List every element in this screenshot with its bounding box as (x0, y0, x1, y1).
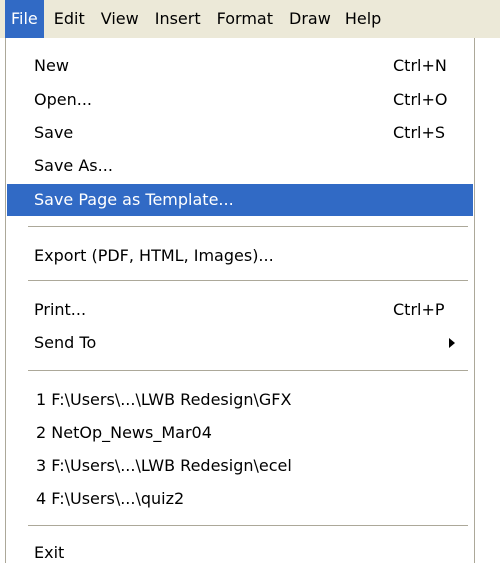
menu-item-recent-1[interactable]: 1 F:\Users\...\LWB Redesign\GFX (7, 384, 473, 416)
menu-item-export[interactable]: Export (PDF, HTML, Images)... (7, 240, 473, 272)
menu-item-label: New (34, 56, 69, 75)
menu-edit[interactable]: Edit (44, 0, 93, 38)
menu-view[interactable]: View (93, 0, 147, 38)
menu-item-label: 1 F:\Users\...\LWB Redesign\GFX (36, 390, 292, 409)
menu-item-new[interactable]: New Ctrl+N (7, 50, 473, 82)
menu-item-label: Open... (34, 90, 92, 109)
menu-item-label: Save (34, 123, 74, 142)
submenu-arrow-icon (449, 338, 455, 348)
menu-item-label: Exit (34, 543, 65, 562)
menu-draw[interactable]: Draw (281, 0, 339, 38)
file-menu-dropdown: New Ctrl+N Open... Ctrl+O Save Ctrl+S Sa… (5, 38, 475, 563)
shortcut-label: Ctrl+P (393, 300, 445, 319)
menu-item-label: 2 NetOp_News_Mar04 (36, 423, 212, 442)
menu-item-recent-3[interactable]: 3 F:\Users\...\LWB Redesign\ecel (7, 450, 473, 482)
menu-item-label: 3 F:\Users\...\LWB Redesign\ecel (36, 456, 292, 475)
menu-item-save[interactable]: Save Ctrl+S (7, 117, 473, 149)
menu-item-save-page-as-template[interactable]: Save Page as Template... (7, 184, 473, 216)
menu-format[interactable]: Format (209, 0, 281, 38)
menu-item-send-to[interactable]: Send To (7, 327, 473, 359)
menu-separator (28, 280, 468, 282)
menu-item-label: Save Page as Template... (34, 190, 234, 209)
shortcut-label: Ctrl+N (393, 56, 447, 75)
menu-item-label: 4 F:\Users\...\quiz2 (36, 489, 185, 508)
menu-item-label: Save As... (34, 156, 113, 175)
menu-bar: File Edit View Insert Format Draw Help (0, 0, 500, 38)
menu-item-open[interactable]: Open... Ctrl+O (7, 84, 473, 116)
menu-insert[interactable]: Insert (147, 0, 209, 38)
menu-item-recent-4[interactable]: 4 F:\Users\...\quiz2 (7, 483, 473, 515)
menu-item-print[interactable]: Print... Ctrl+P (7, 294, 473, 326)
menu-separator (28, 370, 468, 372)
menu-item-exit[interactable]: Exit (7, 537, 473, 569)
menu-help[interactable]: Help (339, 0, 381, 38)
menu-item-label: Export (PDF, HTML, Images)... (34, 246, 274, 265)
shortcut-label: Ctrl+O (393, 90, 448, 109)
menu-separator (28, 226, 468, 228)
menu-file[interactable]: File (5, 0, 44, 38)
menu-item-save-as[interactable]: Save As... (7, 150, 473, 182)
menu-separator (28, 525, 468, 527)
menu-item-recent-2[interactable]: 2 NetOp_News_Mar04 (7, 417, 473, 449)
shortcut-label: Ctrl+S (393, 123, 446, 142)
menu-item-label: Print... (34, 300, 87, 319)
menu-item-label: Send To (34, 333, 97, 352)
